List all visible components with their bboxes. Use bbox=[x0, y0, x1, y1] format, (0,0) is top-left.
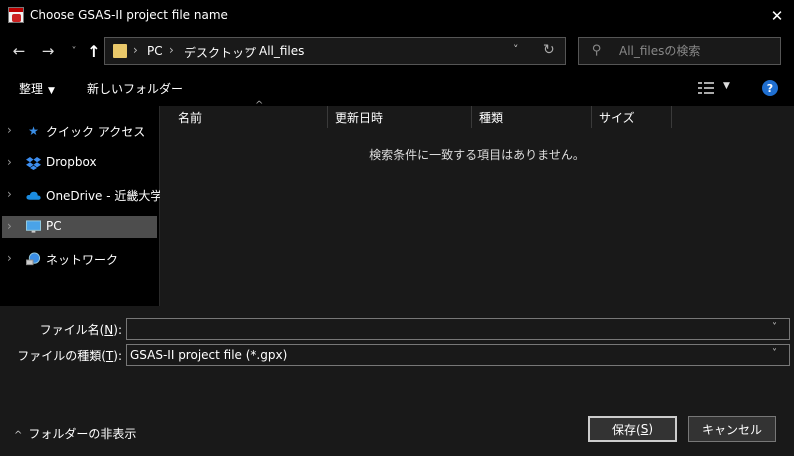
expand-arrow-icon[interactable]: › bbox=[7, 251, 12, 265]
refresh-icon[interactable]: ↻ bbox=[543, 42, 555, 58]
column-header-size[interactable]: サイズ bbox=[592, 106, 672, 128]
cloud-icon bbox=[26, 188, 41, 202]
tree-item-quick-access[interactable]: › ★ クイック アクセス bbox=[2, 120, 157, 142]
breadcrumb-separator[interactable]: › bbox=[133, 43, 138, 57]
breadcrumb-pc[interactable]: PC bbox=[147, 44, 163, 58]
column-header-name[interactable]: 名前 ^ bbox=[171, 100, 328, 128]
caret-down-icon: ▼ bbox=[48, 86, 55, 96]
filename-input[interactable] bbox=[130, 321, 760, 337]
column-label: サイズ bbox=[599, 111, 635, 125]
up-button[interactable]: ↑ bbox=[84, 41, 104, 61]
help-icon[interactable]: ? bbox=[762, 80, 778, 96]
organize-label: 整理 bbox=[19, 82, 44, 96]
chevron-down-icon[interactable]: ˅ bbox=[772, 322, 777, 333]
breadcrumb-separator[interactable]: › bbox=[245, 43, 250, 57]
file-list[interactable]: 名前 ^ 更新日時 種類 サイズ 検索条件に一致する項目はありません。 bbox=[160, 100, 794, 306]
view-caret-icon[interactable]: ▼ bbox=[723, 81, 730, 91]
breadcrumb-all-files[interactable]: All_files bbox=[259, 44, 304, 58]
toolbar: 整理 ▼ 新しいフォルダー ▼ ? bbox=[0, 70, 794, 106]
navigation-bar: ← → ˅ ↑ › PC › デスクトップ › All_files ˅ ↻ ⚲ bbox=[0, 32, 794, 70]
column-header-type[interactable]: 種類 bbox=[472, 106, 592, 128]
sort-ascending-icon: ^ bbox=[255, 100, 264, 111]
hide-folders-label: フォルダーの非表示 bbox=[28, 427, 137, 441]
tree-item-label: OneDrive - 近畿大学 bbox=[46, 189, 163, 203]
tree-item-label: PC bbox=[46, 219, 62, 233]
save-button[interactable]: 保存(S) bbox=[588, 416, 677, 442]
expand-arrow-icon[interactable]: › bbox=[7, 219, 12, 233]
gsas-app-icon bbox=[8, 7, 24, 23]
tree-item-label: クイック アクセス bbox=[46, 125, 146, 139]
filename-combobox[interactable]: ˅ bbox=[126, 318, 790, 340]
cancel-button[interactable]: キャンセル bbox=[688, 416, 776, 442]
tree-item-label: Dropbox bbox=[46, 155, 97, 169]
network-icon bbox=[26, 251, 41, 266]
filetype-value: GSAS-II project file (*.gpx) bbox=[130, 348, 288, 362]
window-title: Choose GSAS-II project file name bbox=[30, 8, 228, 22]
empty-message: 検索条件に一致する項目はありません。 bbox=[369, 148, 585, 162]
new-folder-button[interactable]: 新しいフォルダー bbox=[87, 80, 183, 97]
folder-icon bbox=[113, 44, 127, 58]
chevron-down-icon[interactable]: ˅ bbox=[772, 348, 777, 359]
hide-folders-button[interactable]: ^ フォルダーの非表示 bbox=[14, 425, 136, 442]
breadcrumb-separator[interactable]: › bbox=[169, 43, 174, 57]
address-bar[interactable]: › PC › デスクトップ › All_files ˅ ↻ bbox=[104, 37, 566, 65]
filetype-label: ファイルの種類(T): bbox=[17, 349, 122, 363]
navigation-pane: › ★ クイック アクセス › Dropbox › OneDrive - 近畿大… bbox=[0, 106, 162, 306]
chevron-up-icon: ^ bbox=[14, 430, 23, 441]
view-options-icon[interactable] bbox=[698, 82, 716, 94]
back-button[interactable]: ← bbox=[9, 41, 29, 61]
close-button[interactable]: ✕ bbox=[760, 0, 794, 32]
expand-arrow-icon[interactable]: › bbox=[7, 187, 12, 201]
search-icon: ⚲ bbox=[592, 43, 602, 58]
organize-button[interactable]: 整理 ▼ bbox=[19, 80, 55, 97]
filename-label: ファイル名(N): bbox=[39, 323, 122, 337]
tree-item-network[interactable]: › ネットワーク bbox=[2, 248, 157, 270]
column-label: 更新日時 bbox=[335, 111, 384, 125]
search-box[interactable]: ⚲ bbox=[578, 37, 781, 65]
column-header-modified[interactable]: 更新日時 bbox=[328, 106, 472, 128]
monitor-icon bbox=[26, 220, 41, 234]
expand-arrow-icon[interactable]: › bbox=[7, 123, 12, 137]
tree-item-pc[interactable]: › PC bbox=[2, 216, 157, 238]
column-label: 名前 bbox=[178, 111, 203, 125]
expand-arrow-icon[interactable]: › bbox=[7, 155, 12, 169]
chevron-down-icon[interactable]: ˅ bbox=[513, 43, 519, 56]
column-label: 種類 bbox=[479, 111, 504, 125]
recent-locations-button[interactable]: ˅ bbox=[64, 41, 84, 61]
filetype-select[interactable]: GSAS-II project file (*.gpx) ˅ bbox=[126, 344, 790, 366]
tree-item-onedrive[interactable]: › OneDrive - 近畿大学 bbox=[2, 184, 162, 206]
tree-item-dropbox[interactable]: › Dropbox bbox=[2, 152, 157, 174]
tree-item-label: ネットワーク bbox=[46, 253, 119, 267]
dropbox-icon bbox=[26, 156, 41, 170]
forward-button[interactable]: → bbox=[38, 41, 58, 61]
title-bar: Choose GSAS-II project file name ✕ bbox=[0, 0, 794, 32]
star-icon: ★ bbox=[28, 124, 39, 138]
search-input[interactable] bbox=[619, 41, 774, 61]
bottom-panel: ファイル名(N): ˅ ファイルの種類(T): GSAS-II project … bbox=[0, 306, 794, 456]
